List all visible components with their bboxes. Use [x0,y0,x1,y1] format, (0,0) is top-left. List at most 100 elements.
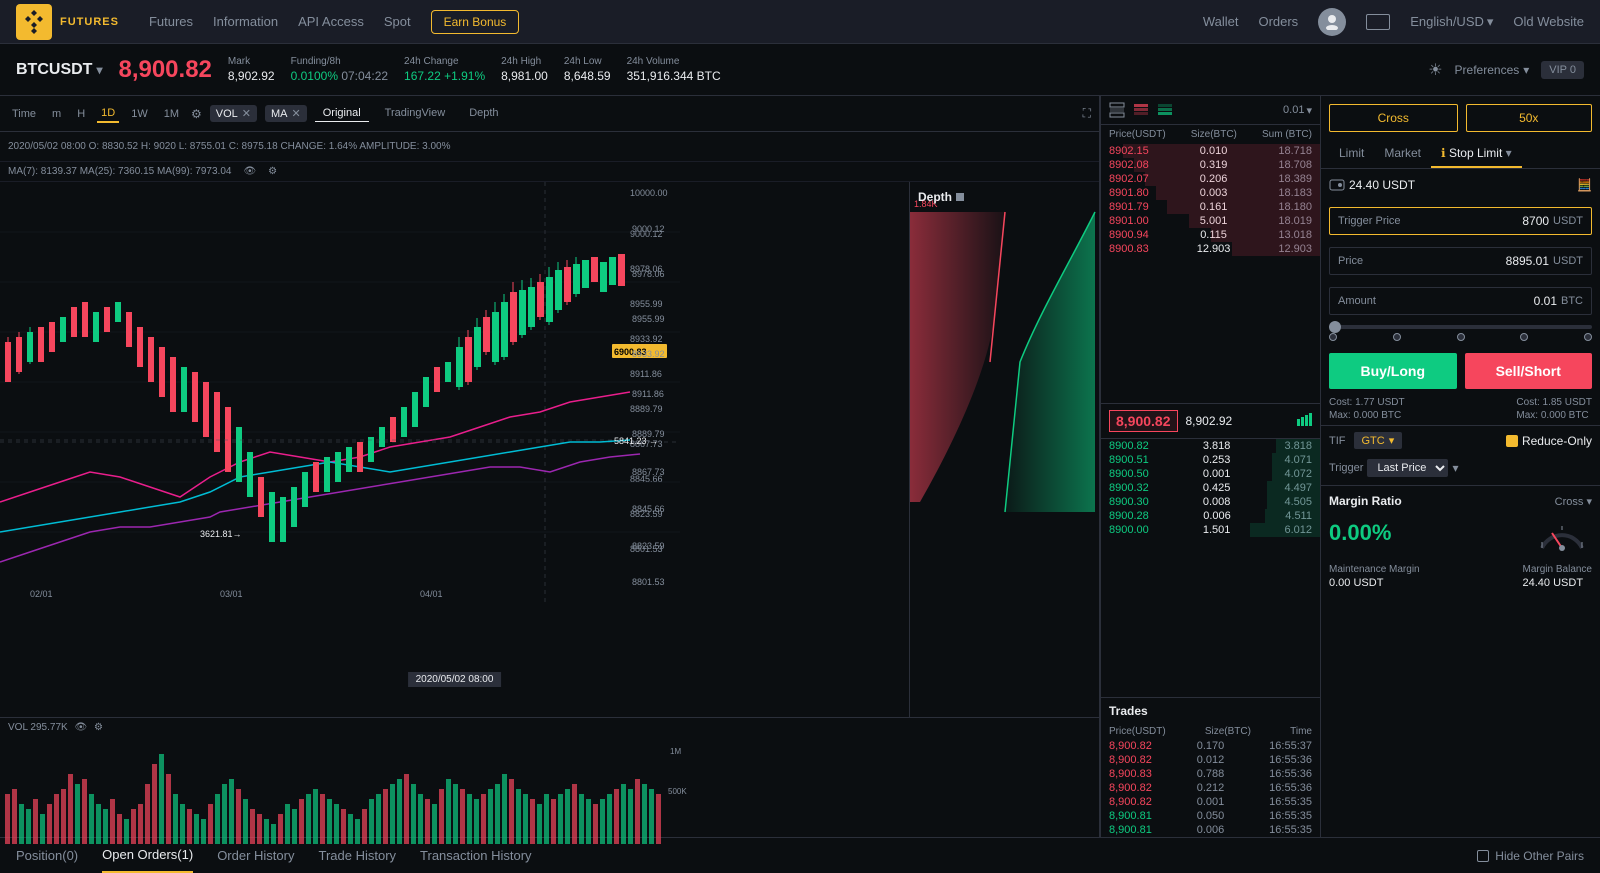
ob-all-icon[interactable] [1109,102,1125,118]
ma-remove[interactable]: ✕ [292,107,301,120]
view-tradingview[interactable]: TradingView [377,105,454,122]
ob-ask-row[interactable]: 8901.800.00318.183 [1101,186,1320,200]
nav-information[interactable]: Information [213,14,278,29]
time-interval-1d[interactable]: 1D [97,105,119,123]
hide-other-pairs[interactable]: Hide Other Pairs [1477,849,1584,863]
nav-api[interactable]: API Access [298,14,364,29]
wallet-link[interactable]: Wallet [1203,14,1239,29]
time-interval-m[interactable]: m [48,106,65,122]
ob-ask-row[interactable]: 8901.005.00118.019 [1101,214,1320,228]
trade-row[interactable]: 8,900.820.21216:55:36 [1101,781,1320,795]
chart-ma-bar: MA(7): 8139.37 MA(25): 7360.15 MA(99): 7… [0,162,1099,182]
trading-symbol[interactable]: BTCUSDT ▾ [16,61,102,79]
chart-info-bar: 2020/05/02 08:00 O: 8830.52 H: 9020 L: 8… [0,132,1099,162]
price-field[interactable]: Price USDT [1329,247,1592,275]
trigger-price-input[interactable]: 8700 [1469,214,1549,228]
ob-bid-row[interactable]: 8900.320.4254.497 [1101,481,1320,495]
nav-futures[interactable]: Futures [149,14,193,29]
time-interval-H[interactable]: H [73,106,89,122]
tab-stop-limit[interactable]: ℹ Stop Limit ▾ [1431,140,1522,168]
trigger-price-type[interactable]: Last Price [1367,459,1448,477]
ob-ask-row[interactable]: 8901.790.16118.180 [1101,200,1320,214]
amount-field[interactable]: Amount BTC [1329,287,1592,315]
orders-link[interactable]: Orders [1258,14,1298,29]
vol-eye-icon[interactable]: 👁 [74,722,87,733]
ob-bid-row[interactable]: 8900.001.5016.012 [1101,523,1320,537]
ob-ask-row[interactable]: 8900.8312.90312.903 [1101,242,1320,256]
vol-remove[interactable]: ✕ [242,107,251,120]
price-input[interactable] [1469,254,1549,268]
amount-slider[interactable] [1329,325,1592,329]
slider-mark-50[interactable] [1457,333,1465,341]
view-depth[interactable]: Depth [461,105,506,122]
sub-header-right: ☀ Preferences▾ VIP 0 [1428,60,1584,80]
slider-mark-0[interactable] [1329,333,1337,341]
ob-bid-row[interactable]: 8900.500.0014.072 [1101,467,1320,481]
logo-text: FUTURES [60,16,119,28]
trade-row[interactable]: 8,900.810.00616:55:35 [1101,823,1320,837]
hide-other-checkbox[interactable] [1477,850,1489,862]
symbol-dropdown[interactable]: ▾ [96,63,102,77]
tif-gtc-selector[interactable]: GTC ▾ [1354,432,1403,449]
time-interval-time[interactable]: Time [8,106,40,122]
language-selector[interactable]: English/USD▾ [1410,14,1493,30]
buy-cost: Cost: 1.77 USDT [1329,397,1405,408]
time-interval-1m[interactable]: 1M [160,106,183,122]
slider-mark-25[interactable] [1393,333,1401,341]
sell-short-button[interactable]: Sell/Short [1465,353,1593,389]
cross-dropdown[interactable]: Cross ▾ [1555,495,1592,508]
card-icon[interactable] [1366,14,1390,30]
slider-mark-75[interactable] [1520,333,1528,341]
sun-icon[interactable]: ☀ [1428,60,1442,80]
ob-bid-row[interactable]: 8900.300.0084.505 [1101,495,1320,509]
cross-button[interactable]: Cross [1329,104,1458,132]
margin-balance-item: Margin Balance 24.40 USDT [1523,564,1592,589]
trigger-price-field[interactable]: Trigger Price 8700 USDT [1329,207,1592,235]
logo[interactable]: FUTURES [16,4,119,40]
volume-stat: 24h Volume 351,916.344 BTC [627,56,721,83]
buy-cost-col: Cost: 1.77 USDT Max: 0.000 BTC [1329,397,1405,421]
tab-limit[interactable]: Limit [1329,140,1374,168]
earn-bonus-button[interactable]: Earn Bonus [431,10,520,34]
ob-bid-row[interactable]: 8900.280.0064.511 [1101,509,1320,523]
tif-dropdown-arrow: ▾ [1389,434,1395,447]
ob-tick-selector[interactable]: 0.01 ▾ [1283,104,1312,117]
calculator-icon[interactable]: 🧮 [1577,178,1592,192]
reduce-only-toggle[interactable]: Reduce-Only [1506,434,1592,448]
amount-input[interactable] [1477,294,1557,308]
trade-row[interactable]: 8,900.830.78816:55:36 [1101,767,1320,781]
ob-bid-row[interactable]: 8900.510.2534.071 [1101,453,1320,467]
ob-asks-icon[interactable] [1133,102,1149,118]
trade-row[interactable]: 8,900.820.17016:55:37 [1101,739,1320,753]
trigger-price-label: Trigger Price [1338,215,1469,227]
trade-row[interactable]: 8,900.810.05016:55:35 [1101,809,1320,823]
ob-bid-row[interactable]: 8900.823.8183.818 [1101,439,1320,453]
trade-row[interactable]: 8,900.820.00116:55:35 [1101,795,1320,809]
ob-ask-row[interactable]: 8902.150.01018.718 [1101,144,1320,158]
ob-bids-icon[interactable] [1157,102,1173,118]
view-original[interactable]: Original [315,105,369,122]
reduce-only-checkbox[interactable] [1506,435,1518,447]
tab-market[interactable]: Market [1374,140,1431,168]
ob-ask-row[interactable]: 8902.080.31918.708 [1101,158,1320,172]
slider-mark-100[interactable] [1584,333,1592,341]
preferences-button[interactable]: Preferences▾ [1455,63,1530,77]
ob-ask-row[interactable]: 8900.940.11513.018 [1101,228,1320,242]
tab-dropdown[interactable]: ▾ [1506,146,1512,160]
leverage-button[interactable]: 50x [1466,104,1593,132]
margin-ratio-section: Margin Ratio Cross ▾ 0.00% [1321,485,1600,597]
buy-long-button[interactable]: Buy/Long [1329,353,1457,389]
vol-settings-icon[interactable]: ⚙ [94,722,103,733]
trade-row[interactable]: 8,900.820.01216:55:36 [1101,753,1320,767]
ob-ask-row[interactable]: 8902.070.20618.389 [1101,172,1320,186]
order-type-tabs: Limit Market ℹ Stop Limit ▾ [1321,140,1600,169]
settings-icon[interactable]: ⚙ [191,107,202,121]
time-interval-1w[interactable]: 1W [127,106,152,122]
old-website-link[interactable]: Old Website [1513,14,1584,29]
price-label: Price [1338,255,1469,267]
user-avatar[interactable] [1318,8,1346,36]
settings2-icon[interactable]: ⚙ [268,166,277,177]
fullscreen-icon[interactable]: ⛶ [1083,106,1091,121]
eye-icon[interactable]: 👁 [243,166,256,177]
nav-spot[interactable]: Spot [384,14,411,29]
